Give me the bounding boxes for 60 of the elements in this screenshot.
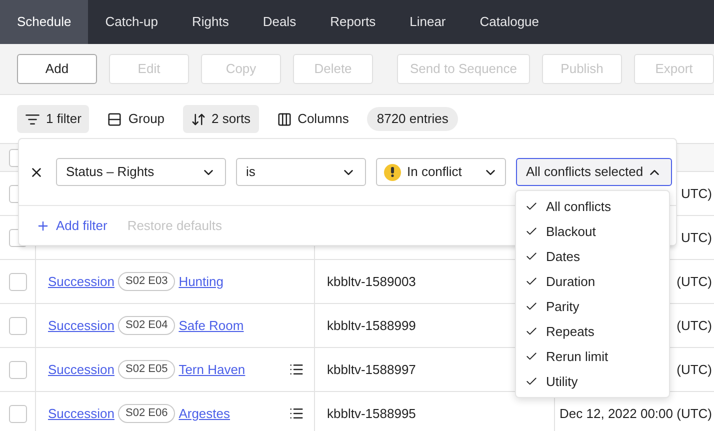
conflict-option[interactable]: Rerun limit xyxy=(516,344,669,369)
checkbox[interactable] xyxy=(8,272,26,290)
episode-tag: S02 E06 xyxy=(118,404,175,423)
table-cell-text: Dec 12, 2022 00:00 (UTC) xyxy=(560,404,712,423)
conflict-option[interactable]: Parity xyxy=(516,294,669,319)
nav-tab[interactable]: Schedule xyxy=(0,0,88,44)
table-cell-text: kbbltv-1589003 xyxy=(327,272,416,291)
table-cell-text: kbbltv-1588999 xyxy=(327,316,416,335)
nav-tab[interactable]: Catalogue xyxy=(462,0,556,44)
operator-select[interactable]: is xyxy=(236,158,366,186)
conflict-option[interactable]: Dates xyxy=(516,244,669,269)
table-cell-text: (UTC) xyxy=(676,272,712,291)
nav-tab[interactable]: Rights xyxy=(174,0,246,44)
checkbox[interactable] xyxy=(8,316,26,334)
columns-icon xyxy=(276,112,292,126)
view-control[interactable]: 1 filter xyxy=(17,105,90,133)
conflict-option[interactable]: Blackout xyxy=(516,219,669,244)
episode-link[interactable]: Tern Haven xyxy=(178,360,246,380)
value-text: In conflict xyxy=(407,163,462,182)
value-select[interactable]: In conflict xyxy=(376,158,506,186)
view-control[interactable]: Group xyxy=(99,105,173,133)
series-link[interactable]: Succession xyxy=(48,272,114,292)
conflicts-select[interactable]: All conflicts selected xyxy=(516,158,672,186)
sort-icon xyxy=(190,112,206,126)
table-cell-text: kbbltv-1588997 xyxy=(327,360,416,379)
conflict-option[interactable]: Utility xyxy=(516,369,669,394)
series-link[interactable]: Succession xyxy=(48,404,114,424)
rows-icon xyxy=(107,112,122,126)
series-link[interactable]: Succession xyxy=(48,316,114,336)
conflict-option[interactable]: Repeats xyxy=(516,319,669,344)
conflict-option[interactable]: Duration xyxy=(516,269,669,294)
entries-count: 8720 entries xyxy=(366,107,458,131)
episode-tag: S02 E04 xyxy=(118,316,175,335)
plus-icon xyxy=(36,219,50,233)
episode-tag: S02 E05 xyxy=(118,360,175,379)
view-control[interactable]: Columns xyxy=(268,105,357,133)
field-select[interactable]: Status – Rights xyxy=(56,158,226,186)
checkbox[interactable] xyxy=(8,404,26,422)
episode-link[interactable]: Argestes xyxy=(178,404,230,424)
nav-tab[interactable]: Reports xyxy=(313,0,393,44)
series-link[interactable]: Succession xyxy=(48,360,114,380)
nav-tab[interactable]: Linear xyxy=(392,0,463,44)
filter-icon xyxy=(25,112,40,126)
table-cell-text: (UTC) xyxy=(676,360,712,379)
list-icon[interactable] xyxy=(289,362,304,377)
view-control[interactable]: 2 sorts xyxy=(182,105,259,133)
episode-tag: S02 E03 xyxy=(118,272,175,291)
episode-link[interactable]: Safe Room xyxy=(178,316,244,336)
table-cell-text: (UTC) xyxy=(676,316,712,335)
toolbar-button[interactable]: Add xyxy=(17,54,97,84)
episode-link[interactable]: Hunting xyxy=(178,272,224,292)
conflict-option[interactable]: All conflicts xyxy=(516,194,669,219)
nav-tab[interactable]: Catch-up xyxy=(88,0,175,44)
nav-tab[interactable]: Deals xyxy=(246,0,314,44)
table-cell-text: UTC) xyxy=(680,228,712,247)
add-filter-button[interactable]: Add filter xyxy=(36,216,108,236)
checkbox[interactable] xyxy=(8,360,26,378)
table-cell-text: UTC) xyxy=(680,184,712,203)
table-cell-text: kbbltv-1588995 xyxy=(327,404,416,423)
list-icon[interactable] xyxy=(289,406,304,421)
